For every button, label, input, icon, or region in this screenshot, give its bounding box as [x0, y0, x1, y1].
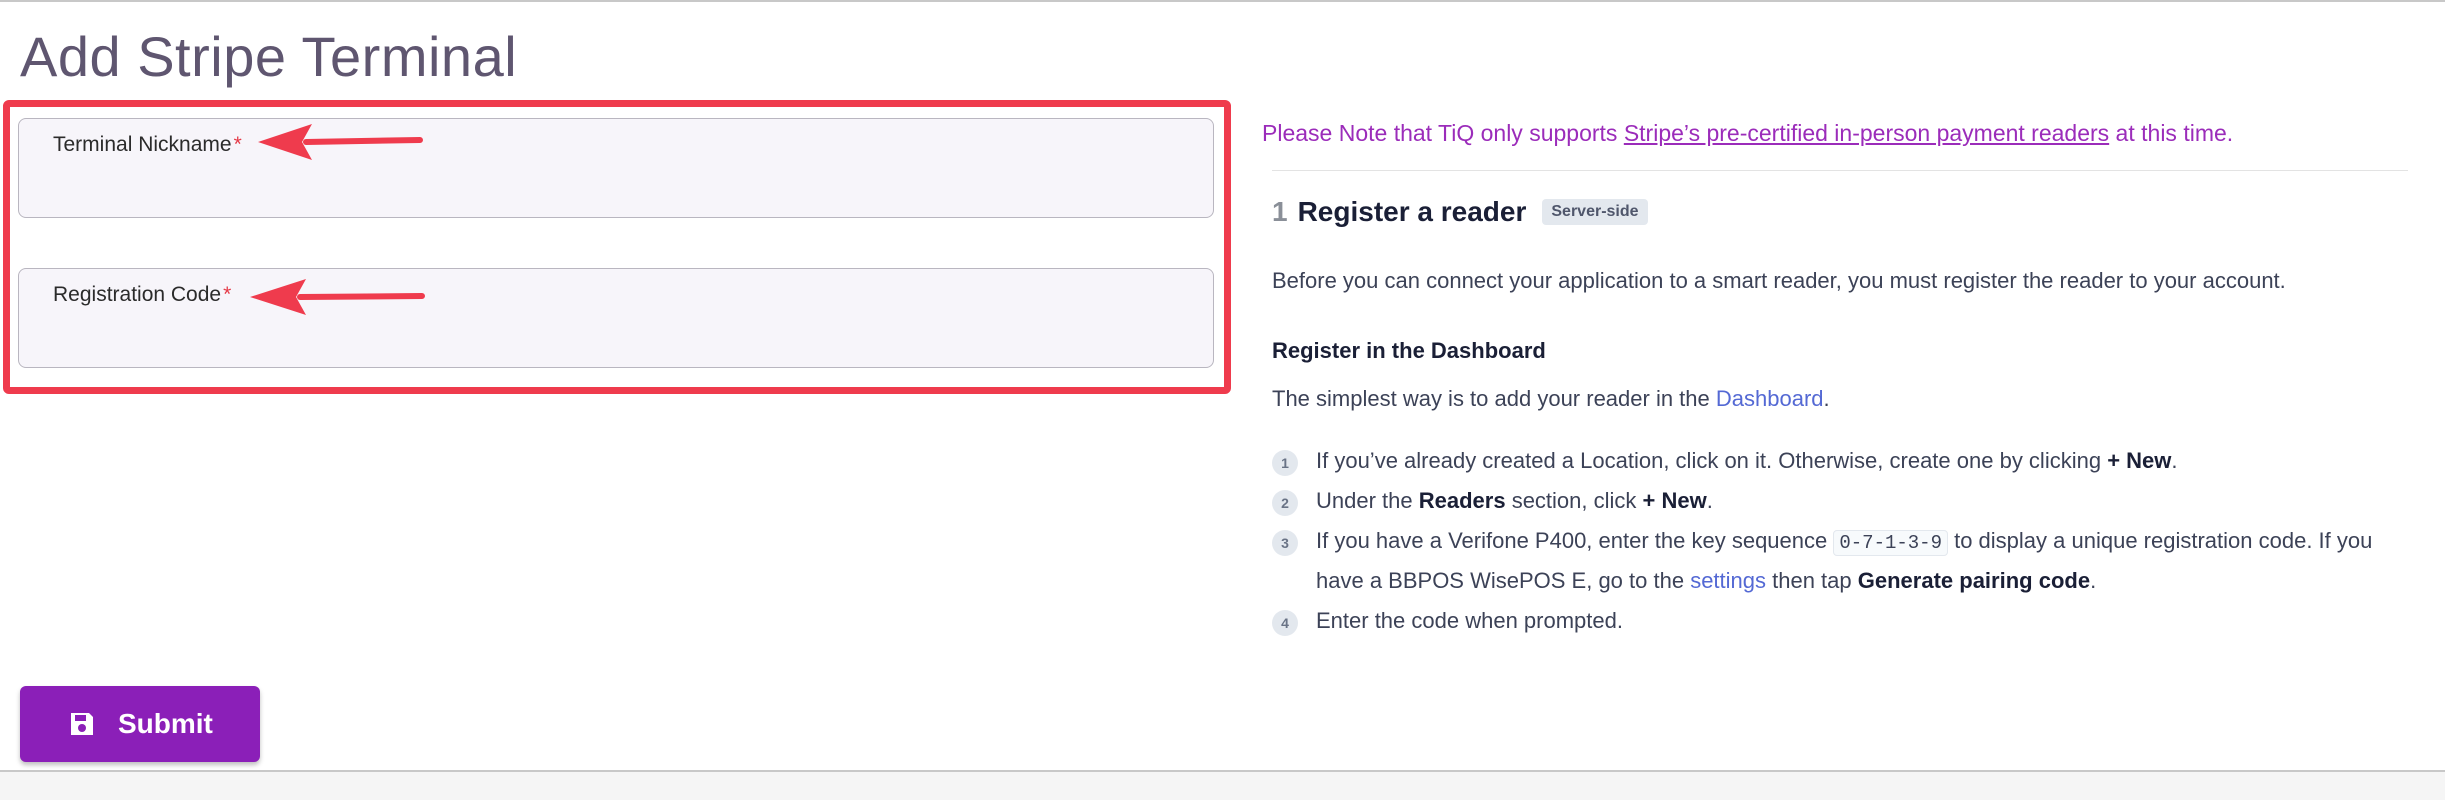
step-number: 1 [1272, 196, 1288, 227]
registration-code-field[interactable]: Registration Code* [18, 268, 1214, 368]
server-side-badge: Server-side [1542, 199, 1648, 225]
dashboard-subheading: Register in the Dashboard [1272, 338, 1546, 363]
required-asterisk: * [223, 283, 232, 306]
terminal-nickname-field[interactable]: Terminal Nickname* [18, 118, 1214, 218]
submit-label: Submit [118, 708, 213, 739]
list-number: 4 [1272, 610, 1298, 636]
required-asterisk: * [233, 133, 242, 156]
registration-code-label: Registration Code* [53, 283, 232, 306]
steps-list: 1 If you’ve already created a Location, … [1272, 442, 2408, 642]
simplest-way-text: The simplest way is to add your reader i… [1272, 386, 1830, 411]
list-item: 4 Enter the code when prompted. [1272, 602, 2408, 639]
certified-readers-link[interactable]: Stripe’s pre-certified in-person payment… [1624, 120, 2109, 146]
submit-button[interactable]: Submit [20, 686, 260, 762]
list-number: 3 [1272, 530, 1298, 556]
step-heading: 1 Register a reader Server-side [1272, 196, 1648, 228]
divider [1272, 170, 2408, 171]
page: Add Stripe Terminal Terminal Nickname* R… [0, 0, 2445, 772]
red-arrow-left-icon [250, 279, 425, 315]
red-arrow-left-icon [258, 124, 423, 160]
list-item: 2 Under the Readers section, click + New… [1272, 482, 2408, 519]
dashboard-link[interactable]: Dashboard [1716, 386, 1824, 411]
intro-text: Before you can connect your application … [1272, 268, 2286, 293]
registration-code-input[interactable] [53, 319, 1173, 355]
terminal-nickname-label: Terminal Nickname* [53, 133, 242, 156]
step-title: Register a reader [1297, 196, 1527, 227]
list-number: 2 [1272, 490, 1298, 516]
page-title: Add Stripe Terminal [20, 25, 518, 88]
settings-link[interactable]: settings [1690, 568, 1766, 593]
support-note: Please Note that TiQ only supports Strip… [1262, 120, 2234, 146]
terminal-nickname-input[interactable] [53, 169, 1173, 205]
list-item: 3 If you have a Verifone P400, enter the… [1272, 522, 2408, 599]
save-icon [71, 713, 93, 735]
key-sequence-code: 0-7-1-3-9 [1833, 530, 1948, 556]
list-item: 1 If you’ve already created a Location, … [1272, 442, 2408, 479]
list-number: 1 [1272, 450, 1298, 476]
